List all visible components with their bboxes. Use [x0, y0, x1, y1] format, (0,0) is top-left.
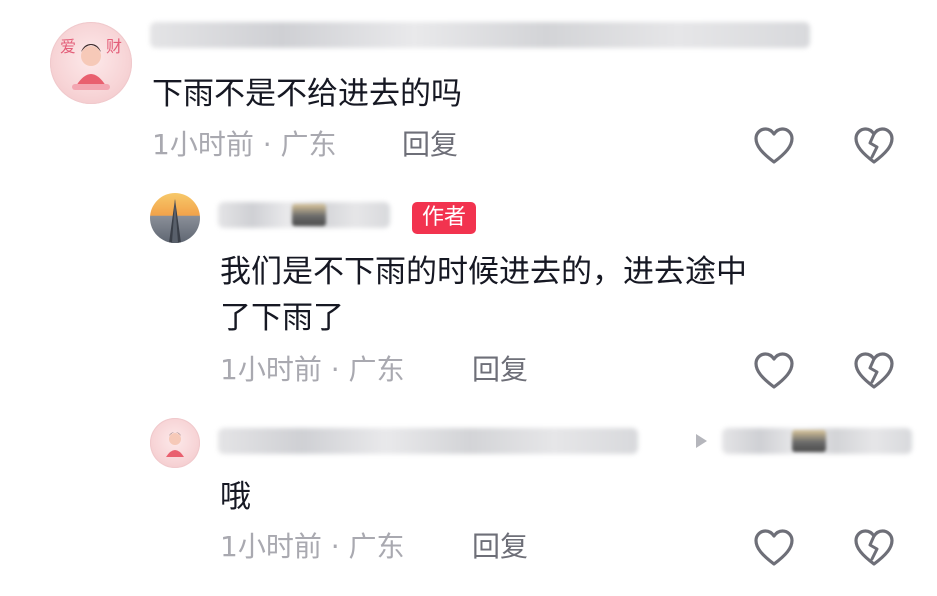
- reply-button[interactable]: 回复: [472, 353, 528, 387]
- heart-outline-icon: [754, 127, 794, 164]
- comment-meta: 1小时前 · 广东: [220, 353, 405, 387]
- heart-outline-icon: [754, 529, 794, 566]
- comment-meta: 1小时前 · 广东: [152, 128, 337, 162]
- comment-meta: 1小时前 · 广东: [220, 530, 405, 564]
- avatar-pink-cartoon-icon: 爱 财: [60, 37, 122, 90]
- user-avatar[interactable]: 爱 财: [50, 22, 132, 104]
- user-avatar[interactable]: [150, 418, 200, 468]
- like-button[interactable]: [752, 526, 796, 570]
- broken-heart-outline-icon: [854, 127, 894, 164]
- comment-location: 广东: [348, 530, 405, 563]
- username-blurred[interactable]: [218, 428, 638, 454]
- comment-text: 哦: [220, 479, 251, 515]
- comment-time: 1小时前: [220, 353, 322, 386]
- comment-location: 广东: [280, 128, 337, 161]
- author-badge: 作者: [412, 202, 477, 234]
- comment-text-line-2: 了下雨了: [220, 300, 344, 336]
- avatar-sunset-tower-icon: [169, 199, 181, 243]
- comment-time: 1小时前: [220, 530, 322, 563]
- avatar-char-ai: 爱: [60, 37, 76, 56]
- like-button[interactable]: [752, 349, 796, 393]
- reply-to-username-blurred-badge: [792, 430, 826, 452]
- username-blurred[interactable]: [150, 22, 810, 48]
- reply-button[interactable]: 回复: [472, 530, 528, 564]
- reply-button[interactable]: 回复: [402, 128, 458, 162]
- comment-text-line-1: 我们是不下雨的时候进去的，进去途中: [220, 254, 747, 290]
- dislike-button[interactable]: [852, 526, 896, 570]
- dislike-button[interactable]: [852, 349, 896, 393]
- avatar-pink-cartoon-icon: [166, 432, 184, 457]
- like-button[interactable]: [752, 124, 796, 168]
- author-avatar[interactable]: [150, 193, 200, 243]
- comment-time: 1小时前: [152, 128, 254, 161]
- comment-text: 下雨不是不给进去的吗: [152, 76, 462, 112]
- meta-separator: ·: [330, 530, 340, 563]
- broken-heart-outline-icon: [854, 352, 894, 389]
- dislike-button[interactable]: [852, 124, 896, 168]
- avatar-char-cai: 财: [106, 37, 122, 56]
- username-blurred-badge: [292, 204, 326, 226]
- broken-heart-outline-icon: [854, 529, 894, 566]
- meta-separator: ·: [330, 353, 340, 386]
- comment-location: 广东: [348, 353, 405, 386]
- meta-separator: ·: [262, 128, 272, 161]
- heart-outline-icon: [754, 352, 794, 389]
- play-triangle-icon: [696, 434, 707, 448]
